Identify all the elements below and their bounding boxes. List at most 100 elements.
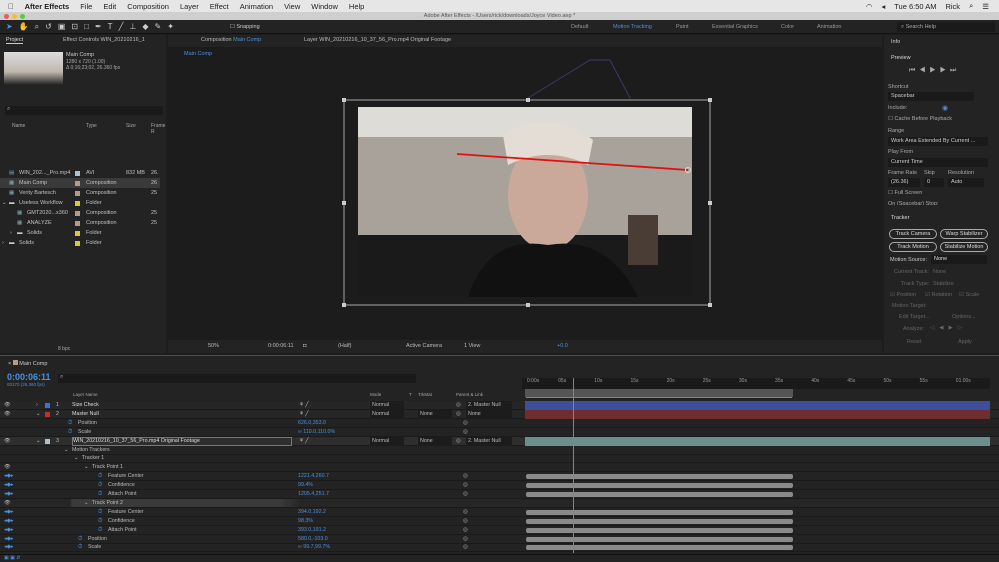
visibility-icon[interactable]: 👁 [4, 463, 11, 472]
layer-row[interactable]: 👁 ⌄ 2 Master Null ⚘ ╱ Normal None ◎ None [0, 409, 999, 419]
property-value[interactable]: 394.0,192.2 [298, 508, 326, 517]
col-mode[interactable]: Mode [370, 392, 381, 397]
camera-tool-icon[interactable]: ▣ [58, 22, 66, 31]
visibility-icon[interactable]: 👁 [4, 437, 11, 446]
layer-switches[interactable]: ⚘ ╱ [299, 401, 308, 410]
menu-composition[interactable]: Composition [127, 2, 169, 11]
keyframe-track[interactable] [526, 527, 794, 533]
property-value[interactable]: 1221.4,260.7 [298, 472, 329, 481]
expand-arrow[interactable]: ⌄ [74, 454, 78, 463]
expand-arrow[interactable]: › [36, 401, 38, 410]
group-row[interactable]: ⌄ Tracker 1 [0, 454, 999, 464]
stopwatch-icon[interactable]: ⏱ [98, 472, 102, 481]
position-checkbox[interactable]: ☑ Position [890, 292, 916, 298]
property-value[interactable]: ∞ 99.7,99.7% [298, 543, 330, 552]
project-item[interactable]: ⌄ ▬ Useless Workflow Folder [0, 198, 160, 208]
property-row[interactable]: ◂◆▸ ⏱ Confidence 98.3% ◎ [0, 517, 999, 526]
edit-target-button[interactable]: Edit Target... [899, 314, 930, 320]
tab-project[interactable]: Project [6, 37, 24, 44]
layer-name[interactable]: Master Null [72, 410, 99, 419]
expand-arrow[interactable]: ⌄ [64, 446, 68, 455]
maximize-window-button[interactable] [20, 13, 25, 19]
text-tool-icon[interactable]: T [108, 22, 113, 31]
menu-file[interactable]: File [80, 2, 92, 11]
apple-menu[interactable]:  [8, 2, 14, 11]
layer-name[interactable]: WIN_20210216_10_37_56_Pro.mp4 Original F… [72, 436, 292, 446]
stopwatch-icon[interactable]: ⏱ [68, 419, 72, 428]
hand-tool-icon[interactable]: ✋ [19, 22, 29, 31]
work-area-bar[interactable] [525, 389, 793, 397]
property-value[interactable]: ∞ 110.0,110.0% [298, 428, 335, 437]
col-trkmat[interactable]: TrkMat [418, 392, 432, 397]
col-layer-name[interactable]: Layer Name [73, 392, 98, 397]
search-help-input[interactable]: ⌕ Search Help [897, 22, 995, 32]
layer-row[interactable]: 👁 ⌄ 3 WIN_20210216_10_37_56_Pro.mp4 Orig… [0, 436, 999, 446]
exposure-value[interactable]: +0.0 [557, 340, 568, 353]
workspace-paint[interactable]: Paint [676, 20, 689, 34]
current-track-dropdown[interactable]: None [933, 269, 946, 275]
toggle-switches-icon[interactable]: ▣ ▣ ⇵ [4, 555, 20, 561]
pan-behind-tool-icon[interactable]: ⊡ [71, 22, 78, 31]
property-value[interactable]: 98.3% [298, 517, 313, 526]
stopwatch-icon[interactable]: ⏱ [78, 543, 82, 552]
scale-checkbox[interactable]: ☑ Scale [959, 292, 979, 298]
play-from-dropdown[interactable]: Current Time [888, 158, 988, 167]
label-color-swatch[interactable] [75, 170, 80, 176]
menu-view[interactable]: View [284, 2, 300, 11]
layer-duration-bar[interactable] [525, 436, 990, 446]
stopwatch-icon[interactable]: ⏱ [98, 517, 102, 526]
brush-tool-icon[interactable]: ╱ [119, 22, 124, 31]
col-size[interactable]: Size [126, 123, 136, 129]
track-type-dropdown[interactable]: Stabilize [933, 281, 954, 287]
pickwhip-icon[interactable]: ◎ [463, 535, 468, 544]
eraser-tool-icon[interactable]: ◆ [142, 22, 148, 31]
frame-rate-dropdown[interactable]: (26.36) [888, 178, 920, 187]
close-window-button[interactable] [4, 13, 9, 19]
col-frame-rate[interactable]: Frame R [151, 123, 166, 135]
stopwatch-icon[interactable]: ⏱ [68, 428, 72, 437]
stabilize-motion-button[interactable]: Stabilize Motion [940, 242, 988, 252]
keyframe-navigator[interactable]: ◂◆▸ [4, 543, 13, 552]
preview-title[interactable]: Preview [891, 55, 911, 61]
motion-source-dropdown[interactable]: None [931, 255, 987, 264]
current-time-display[interactable]: 0:00:06:11 [268, 340, 294, 353]
pickwhip-icon[interactable]: ◎ [463, 490, 468, 499]
parent-dropdown[interactable]: 2. Master Null [466, 401, 512, 410]
range-dropdown[interactable]: Work Area Extended By Current ... [888, 137, 988, 146]
expand-arrow[interactable]: ⌄ [84, 499, 88, 508]
project-item[interactable]: ▦ ANALYZE Composition 25 [0, 218, 160, 228]
workspace-default[interactable]: Default [571, 20, 588, 34]
property-value[interactable]: 99.4% [298, 481, 313, 490]
keyframe-navigator[interactable]: ◂◆▸ [4, 526, 13, 535]
property-value[interactable]: 580.0,-103.0 [298, 535, 328, 544]
keyframe-track[interactable] [526, 492, 794, 497]
project-search-input[interactable]: ⌕ [5, 106, 163, 115]
stopwatch-icon[interactable]: ⏱ [98, 490, 102, 499]
comp-viewer[interactable] [168, 35, 882, 340]
pickwhip-icon[interactable]: ◎ [456, 410, 461, 419]
visibility-icon[interactable]: 👁 [4, 499, 11, 508]
expand-arrow[interactable]: ⌄ [36, 437, 40, 446]
stopwatch-icon[interactable]: ⏱ [98, 481, 102, 490]
label-color-swatch[interactable] [75, 210, 80, 216]
parent-dropdown[interactable]: None [466, 409, 512, 419]
rotation-checkbox[interactable]: ☑ Rotation [925, 292, 952, 298]
pickwhip-icon[interactable]: ◎ [456, 401, 461, 410]
zoom-tool-icon[interactable]: ⌕ [35, 22, 39, 32]
keyframe-track[interactable] [526, 509, 794, 515]
expand-arrow[interactable]: ⌄ [2, 198, 7, 208]
menu-window[interactable]: Window [311, 2, 338, 11]
selection-tool-icon[interactable]: ➤ [6, 22, 13, 31]
layer-row[interactable]: 👁 › 1 Size Check ⚘ ╱ Normal ◎ 2. Master … [0, 401, 999, 410]
snapping-checkbox[interactable]: ☐ Snapping [230, 24, 260, 30]
spotlight-icon[interactable]: ⌕ [969, 1, 973, 11]
apply-button[interactable]: Apply [958, 339, 972, 345]
pickwhip-icon[interactable]: ◎ [463, 508, 468, 517]
include-video-icon[interactable]: ◉ [942, 104, 948, 112]
mode-dropdown[interactable]: Normal [370, 409, 404, 419]
minimize-window-button[interactable] [12, 13, 17, 19]
label-color-swatch[interactable] [45, 403, 50, 408]
workspace-motion-tracking[interactable]: Motion Tracking [613, 20, 652, 34]
property-row[interactable]: ◂◆▸ ⏱ Attach Point 1205.4,251.7 ◎ [0, 490, 999, 499]
shortcut-dropdown[interactable]: Spacebar [888, 92, 974, 101]
